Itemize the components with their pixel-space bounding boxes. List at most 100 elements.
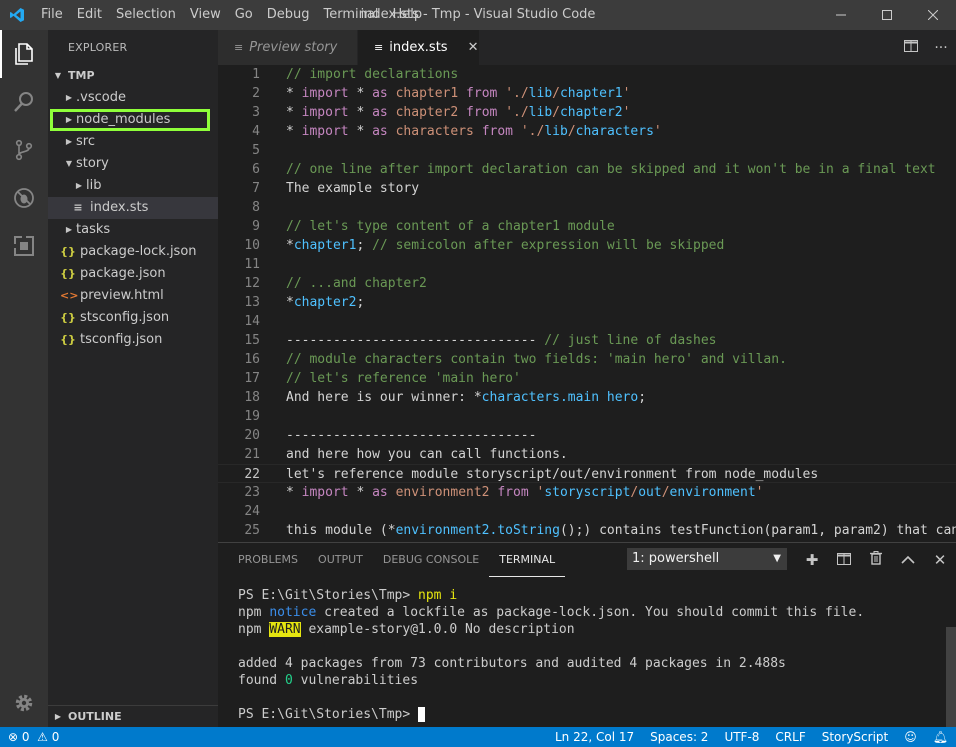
menu-edit[interactable]: Edit <box>70 0 109 30</box>
notifications-button[interactable]: 🔔︎ <box>925 727 956 747</box>
search-activity[interactable] <box>0 78 48 126</box>
tree-item-preview-html[interactable]: <> preview.html <box>48 285 218 307</box>
code-line: 25 this module (*environment2.toString();… <box>244 523 956 538</box>
code-line: 10 *chapter1; // semicolon after expressi… <box>244 238 725 253</box>
terminal-line: npm notice created a lockfile as package… <box>238 605 865 620</box>
language-mode[interactable]: StoryScript <box>814 727 897 747</box>
indentation[interactable]: Spaces: 2 <box>642 727 716 747</box>
split-terminal-button[interactable] <box>828 551 860 569</box>
new-terminal-button[interactable]: ✚ <box>796 551 828 569</box>
error-count: 0 <box>21 730 30 744</box>
code-line: 13 *chapter2; <box>244 295 365 310</box>
tab-debug-console[interactable]: DEBUG CONSOLE <box>373 543 489 577</box>
terminal-select-value: 1: powershell <box>632 551 720 566</box>
maximize-panel-button[interactable] <box>892 551 924 569</box>
menu-selection[interactable]: Selection <box>109 0 183 30</box>
code-line: 19 <box>244 409 260 424</box>
folder-section-tmp[interactable]: ▼ TMP <box>48 65 218 87</box>
editor-tabs: ≡ Preview story ≡ index.sts ✕ ··· <box>218 30 956 65</box>
tab-index-sts[interactable]: ≡ index.sts ✕ <box>358 30 480 65</box>
tree-item-package-json[interactable]: {} package.json <box>48 263 218 285</box>
code-line: 23 * import * as environment2 from 'story… <box>244 485 764 500</box>
terminal-select[interactable]: 1: powershell ▼ <box>627 548 787 570</box>
explorer-sidebar: EXPLORER ▼ TMP ▶ .vscode ▶ node_modules … <box>48 30 218 727</box>
encoding[interactable]: UTF-8 <box>716 727 767 747</box>
tab-output[interactable]: OUTPUT <box>308 543 373 577</box>
minimize-button[interactable] <box>818 0 864 30</box>
outline-section[interactable]: ▶ OUTLINE <box>48 705 218 727</box>
window-controls <box>818 0 956 30</box>
search-icon <box>14 92 33 112</box>
tab-preview-story[interactable]: ≡ Preview story <box>218 30 358 65</box>
split-editor-button[interactable] <box>896 39 926 56</box>
tree-item-stsconfig-json[interactable]: {} stsconfig.json <box>48 307 218 329</box>
json-file-icon: {} <box>60 267 76 280</box>
chevron-right-icon: ▶ <box>65 137 73 146</box>
close-icon: ✕ <box>933 551 947 569</box>
terminal-scrollbar[interactable] <box>946 627 956 727</box>
ellipsis-icon: ··· <box>934 39 948 56</box>
gear-icon <box>15 694 33 712</box>
line-ending[interactable]: CRLF <box>767 727 813 747</box>
code-line: 7 The example story <box>252 181 420 196</box>
maximize-button[interactable] <box>864 0 910 30</box>
extensions-activity[interactable] <box>0 222 48 270</box>
tree-item-index-sts[interactable]: ≡ index.sts <box>48 197 218 219</box>
debug-activity[interactable] <box>0 174 48 222</box>
code-line-current: 22 let's reference module storyscript/out… <box>218 464 956 483</box>
editor-actions: ··· <box>896 30 956 65</box>
kill-terminal-button[interactable] <box>860 551 892 569</box>
menu-help[interactable]: Help <box>385 0 429 30</box>
menu-go[interactable]: Go <box>228 0 260 30</box>
chevron-right-icon: ▶ <box>75 181 83 190</box>
feedback-button[interactable]: ☺ <box>896 727 925 747</box>
menu-terminal[interactable]: Terminal <box>317 0 386 30</box>
tree-item-label: preview.html <box>80 288 164 303</box>
error-icon: ⊗ <box>8 730 19 744</box>
smiley-icon: ☺ <box>904 730 917 744</box>
source-control-activity[interactable] <box>0 126 48 174</box>
close-tab-icon[interactable]: ✕ <box>468 40 479 55</box>
terminal-line: found 0 vulnerabilities <box>238 673 419 688</box>
tab-problems[interactable]: PROBLEMS <box>228 543 308 577</box>
files-icon <box>15 43 33 65</box>
terminal-cursor <box>418 707 426 722</box>
more-actions-button[interactable]: ··· <box>926 40 956 56</box>
terminal-output[interactable]: PS E:\Git\Stories\Tmp> npm i npm notice … <box>238 587 938 723</box>
tree-item-tasks[interactable]: ▶ tasks <box>48 219 218 241</box>
code-line: 4 * import * as characters from './lib/ch… <box>252 124 662 139</box>
json-file-icon: {} <box>60 245 76 258</box>
warning-icon: ⚠ <box>33 730 48 744</box>
tree-item-vscode[interactable]: ▶ .vscode <box>48 87 218 109</box>
maximize-icon <box>882 10 892 20</box>
html-file-icon: <> <box>60 289 79 302</box>
code-line: 9// let's type content of a chapter1 mod… <box>252 219 615 234</box>
tree-item-lib[interactable]: ▶ lib <box>48 175 218 197</box>
settings-activity[interactable] <box>0 679 48 727</box>
close-window-button[interactable] <box>910 0 956 30</box>
menu-view[interactable]: View <box>183 0 228 30</box>
status-bar-right: Ln 22, Col 17 Spaces: 2 UTF-8 CRLF Story… <box>547 727 956 747</box>
menu-debug[interactable]: Debug <box>260 0 317 30</box>
debug-icon <box>14 188 34 208</box>
cursor-position[interactable]: Ln 22, Col 17 <box>547 727 642 747</box>
explorer-activity[interactable] <box>0 30 48 78</box>
tree-item-package-lock-json[interactable]: {} package-lock.json <box>48 241 218 263</box>
tree-item-story[interactable]: ▼ story <box>48 153 218 175</box>
chevron-up-icon <box>901 555 915 564</box>
json-file-icon: {} <box>60 333 76 346</box>
code-editor[interactable]: 1// import declarations 2 * import * as c… <box>218 65 956 542</box>
bell-icon: 🔔︎ <box>932 730 948 744</box>
chevron-right-icon: ▶ <box>65 93 73 102</box>
tree-item-node-modules[interactable]: ▶ node_modules <box>50 109 210 131</box>
tree-item-label: package.json <box>80 266 166 281</box>
tab-terminal[interactable]: TERMINAL <box>489 543 566 577</box>
menu-file[interactable]: File <box>34 0 70 30</box>
tree-item-src[interactable]: ▶ src <box>48 131 218 153</box>
status-bar: ⊗ 0 ⚠ 0 Ln 22, Col 17 Spaces: 2 UTF-8 CR… <box>0 727 956 747</box>
tree-item-tsconfig-json[interactable]: {} tsconfig.json <box>48 329 218 351</box>
problems-status[interactable]: ⊗ 0 ⚠ 0 <box>0 727 67 747</box>
close-panel-button[interactable]: ✕ <box>924 551 956 569</box>
